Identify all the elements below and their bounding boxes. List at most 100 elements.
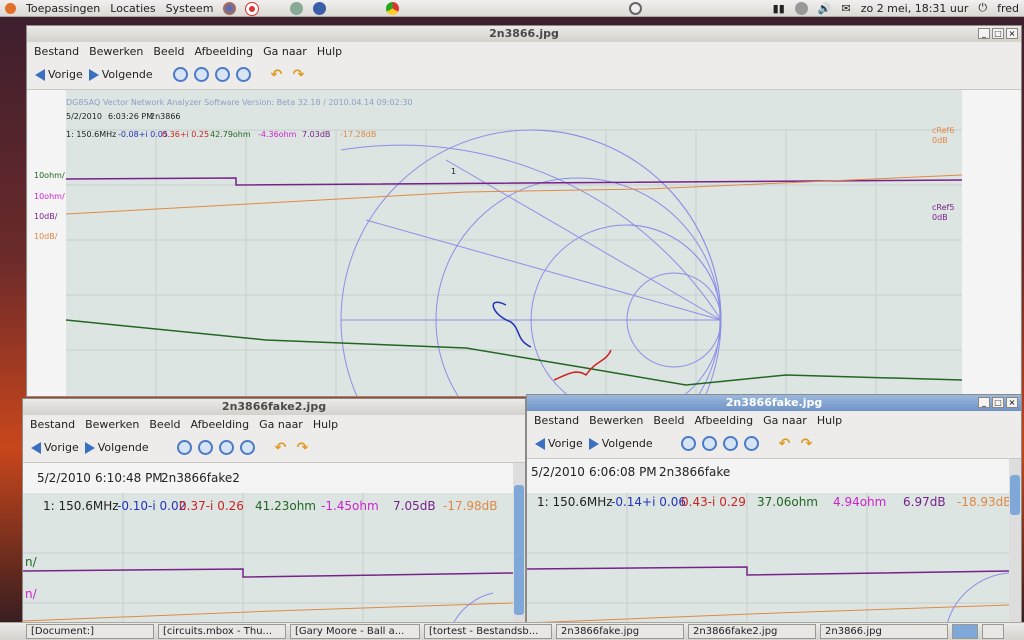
marker-value-3: 37.06ohm bbox=[757, 495, 818, 509]
minimize-button[interactable]: _ bbox=[978, 28, 990, 39]
help-icon[interactable] bbox=[241, 1, 263, 16]
minimize-button[interactable]: _ bbox=[978, 397, 990, 408]
menu-go[interactable]: Ga naar bbox=[763, 414, 807, 427]
marker-number: 1 bbox=[451, 167, 457, 176]
next-button[interactable]: Volgende bbox=[588, 437, 653, 450]
image-viewer[interactable]: 5/2/2010 6:06:08 PM 2n3866fake 1: 150.6M… bbox=[527, 459, 1009, 622]
signal-icon[interactable]: ▮▮ bbox=[768, 2, 790, 15]
firefox-icon[interactable] bbox=[218, 1, 241, 15]
scale-label-1: 10ohm/ bbox=[34, 171, 65, 180]
vna-name: 2n3866fake2 bbox=[161, 471, 240, 485]
scrollbar-thumb[interactable] bbox=[1010, 475, 1020, 515]
clock[interactable]: zo 2 mei, 18:31 uur bbox=[856, 2, 974, 15]
menu-view[interactable]: Beeld bbox=[153, 45, 184, 58]
thunderbird-icon[interactable] bbox=[308, 1, 331, 15]
applications-menu[interactable]: Toepassingen bbox=[21, 2, 105, 15]
power-icon[interactable] bbox=[624, 1, 647, 15]
user-name[interactable]: fred bbox=[992, 2, 1024, 15]
zoom-normal-icon[interactable] bbox=[218, 440, 234, 455]
zoom-normal-icon[interactable] bbox=[722, 436, 738, 451]
maximize-button[interactable]: □ bbox=[992, 28, 1004, 39]
scale-label-1: n/ bbox=[25, 555, 37, 569]
network-icon[interactable] bbox=[285, 1, 308, 15]
main-menubar: Bestand Bewerken Beeld Afbeelding Ga naa… bbox=[27, 42, 1021, 60]
ref5-value: 0dB bbox=[932, 213, 948, 222]
chrome-icon[interactable] bbox=[381, 1, 404, 15]
arrow-left-icon bbox=[535, 437, 545, 450]
taskbar-item[interactable]: [Gary Moore - Ball a... bbox=[290, 624, 420, 639]
rotate-right-icon[interactable]: ↷ bbox=[801, 437, 817, 451]
taskbar-item[interactable]: [Document:] bbox=[26, 624, 154, 639]
menu-image[interactable]: Afbeelding bbox=[695, 414, 754, 427]
image-viewer[interactable]: 5/2/2010 6:10:48 PM 2n3866fake2 1: 150.6… bbox=[23, 463, 513, 622]
menu-go[interactable]: Ga naar bbox=[263, 45, 307, 58]
menu-image[interactable]: Afbeelding bbox=[195, 45, 254, 58]
vertical-scrollbar[interactable] bbox=[513, 463, 525, 622]
zoom-in-icon[interactable] bbox=[680, 436, 696, 451]
rotate-left-icon[interactable]: ↶ bbox=[779, 437, 795, 451]
previous-button[interactable]: Vorige bbox=[535, 437, 583, 450]
bottom-panel: [Document:] [circuits.mbox - Thu... [Gar… bbox=[0, 622, 1024, 640]
zoom-fit-icon[interactable] bbox=[743, 436, 759, 451]
trash-icon[interactable] bbox=[982, 624, 1004, 639]
places-menu[interactable]: Locaties bbox=[105, 2, 160, 15]
taskbar-item[interactable]: 2n3866fake2.jpg bbox=[688, 624, 816, 639]
menu-file[interactable]: Bestand bbox=[534, 414, 579, 427]
zoom-in-icon[interactable] bbox=[172, 67, 188, 82]
taskbar-item[interactable]: 2n3866.jpg bbox=[820, 624, 948, 639]
menu-file[interactable]: Bestand bbox=[30, 418, 75, 431]
marker-value-1: -0.10-i 0.02 bbox=[117, 499, 187, 513]
previous-button[interactable]: Vorige bbox=[31, 441, 79, 454]
next-button[interactable]: Volgende bbox=[84, 441, 149, 454]
right-toolbar: Vorige Volgende ↶ ↷ bbox=[527, 429, 1021, 459]
marker-value-3: 42.79ohm bbox=[210, 130, 251, 139]
system-menu[interactable]: Systeem bbox=[161, 2, 219, 15]
menu-view[interactable]: Beeld bbox=[653, 414, 684, 427]
vertical-scrollbar[interactable] bbox=[1009, 459, 1021, 622]
menu-view[interactable]: Beeld bbox=[149, 418, 180, 431]
close-button[interactable]: × bbox=[1006, 397, 1018, 408]
marker-value-2: 0.37-i 0.26 bbox=[179, 499, 244, 513]
menu-edit[interactable]: Bewerken bbox=[589, 414, 643, 427]
zoom-out-icon[interactable] bbox=[193, 67, 209, 82]
power-user-icon[interactable]: ⏻ bbox=[973, 1, 992, 15]
taskbar-item[interactable]: [circuits.mbox - Thu... bbox=[158, 624, 286, 639]
menu-edit[interactable]: Bewerken bbox=[89, 45, 143, 58]
zoom-out-icon[interactable] bbox=[197, 440, 213, 455]
zoom-out-icon[interactable] bbox=[701, 436, 717, 451]
left-window-titlebar[interactable]: 2n3866fake2.jpg bbox=[23, 399, 525, 415]
scale-label-2: n/ bbox=[25, 587, 37, 601]
menu-go[interactable]: Ga naar bbox=[259, 418, 303, 431]
rotate-right-icon[interactable]: ↷ bbox=[293, 68, 309, 82]
menu-help[interactable]: Hulp bbox=[817, 414, 842, 427]
menu-image[interactable]: Afbeelding bbox=[191, 418, 250, 431]
ubuntu-logo-icon[interactable] bbox=[0, 2, 21, 15]
mail-icon[interactable]: ✉ bbox=[836, 2, 855, 15]
workspace-switcher[interactable] bbox=[952, 624, 978, 639]
menu-file[interactable]: Bestand bbox=[34, 45, 79, 58]
network-status-icon[interactable] bbox=[790, 1, 813, 15]
rotate-left-icon[interactable]: ↶ bbox=[275, 441, 291, 455]
rotate-left-icon[interactable]: ↶ bbox=[271, 68, 287, 82]
maximize-button[interactable]: □ bbox=[992, 397, 1004, 408]
zoom-fit-icon[interactable] bbox=[235, 67, 251, 82]
rotate-right-icon[interactable]: ↷ bbox=[297, 441, 313, 455]
main-window-titlebar[interactable]: 2n3866.jpg _ □ × bbox=[27, 26, 1021, 42]
zoom-fit-icon[interactable] bbox=[239, 440, 255, 455]
marker-value-6: -17.28dB bbox=[340, 130, 377, 139]
taskbar-item[interactable]: 2n3866fake.jpg bbox=[556, 624, 684, 639]
taskbar-item[interactable]: [tortest - Bestandsb... bbox=[424, 624, 552, 639]
image-viewer[interactable]: DG8SAQ Vector Network Analyzer Software … bbox=[28, 90, 1020, 396]
next-button[interactable]: Volgende bbox=[88, 68, 153, 81]
close-button[interactable]: × bbox=[1006, 28, 1018, 39]
scrollbar-thumb[interactable] bbox=[514, 485, 524, 615]
zoom-in-icon[interactable] bbox=[176, 440, 192, 455]
right-window-titlebar[interactable]: 2n3866fake.jpg _ □ × bbox=[527, 395, 1021, 411]
volume-icon[interactable]: 🔊 bbox=[813, 2, 837, 15]
menu-help[interactable]: Hulp bbox=[313, 418, 338, 431]
menu-edit[interactable]: Bewerken bbox=[85, 418, 139, 431]
vna-time: 6:10:48 PM bbox=[95, 471, 163, 485]
zoom-normal-icon[interactable] bbox=[214, 67, 230, 82]
menu-help[interactable]: Hulp bbox=[317, 45, 342, 58]
previous-button[interactable]: Vorige bbox=[35, 68, 83, 81]
